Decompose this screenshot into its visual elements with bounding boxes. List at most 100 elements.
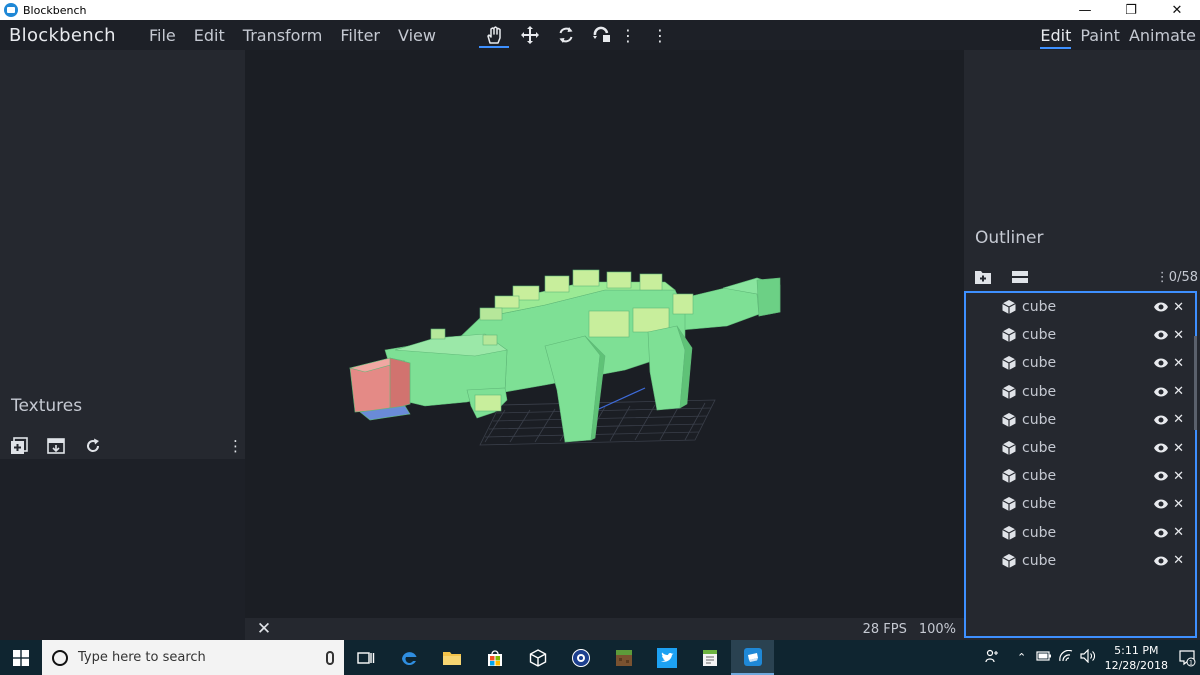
eye-icon[interactable] <box>1153 386 1169 398</box>
move-arrows-icon <box>520 26 539 44</box>
toolbar-options-icon[interactable]: ⋮ <box>652 26 668 45</box>
close-icon[interactable]: ✕ <box>245 619 283 639</box>
cortana-icon <box>52 649 68 666</box>
menu-file[interactable]: File <box>149 26 176 45</box>
eye-icon[interactable] <box>1153 555 1169 567</box>
menu-bar: Blockbench File Edit Transform Filter Vi… <box>0 20 1200 50</box>
hand-icon <box>487 26 501 44</box>
textures-more-icon[interactable]: ⋮ <box>228 437 243 455</box>
import-texture-button[interactable] <box>47 437 84 455</box>
store-bag-icon <box>487 649 502 666</box>
cube-icon <box>1002 412 1016 427</box>
add-group-button[interactable] <box>974 269 1011 285</box>
volume-icon[interactable] <box>1077 648 1099 666</box>
eye-icon[interactable] <box>1153 498 1169 510</box>
menu-filter[interactable]: Filter <box>340 26 380 45</box>
task-view-button[interactable] <box>344 640 387 675</box>
menu-transform[interactable]: Transform <box>243 26 323 45</box>
action-center-button[interactable]: 1 <box>1174 640 1200 675</box>
texture-list[interactable] <box>0 459 245 640</box>
outliner-row[interactable]: cube ✕ <box>966 434 1195 462</box>
outliner-scrollbar[interactable] <box>1194 336 1197 430</box>
translate-tool-button[interactable] <box>512 20 548 50</box>
wifi-icon[interactable] <box>1055 649 1077 665</box>
lock-toggle-x-icon[interactable]: ✕ <box>1173 497 1184 512</box>
taskbar-file-explorer[interactable] <box>430 640 473 675</box>
lock-toggle-x-icon[interactable]: ✕ <box>1173 300 1184 315</box>
start-button[interactable] <box>0 640 42 675</box>
lock-toggle-x-icon[interactable]: ✕ <box>1173 384 1184 399</box>
outliner-row[interactable]: cube ✕ <box>966 547 1195 575</box>
eye-icon[interactable] <box>1153 414 1169 426</box>
taskbar-cinema4d[interactable] <box>559 640 602 675</box>
3d-viewport[interactable] <box>245 50 964 618</box>
add-texture-button[interactable] <box>10 437 47 455</box>
taskbar-search[interactable]: Type here to search <box>42 640 344 675</box>
outliner-row-actions: ✕ <box>1153 384 1184 399</box>
mode-paint-tab[interactable]: Paint <box>1080 26 1120 45</box>
cube-icon <box>1002 525 1016 540</box>
lock-toggle-x-icon[interactable]: ✕ <box>1173 412 1184 427</box>
import-texture-icon <box>47 438 65 454</box>
minimize-button[interactable]: — <box>1062 0 1108 20</box>
lock-toggle-x-icon[interactable]: ✕ <box>1173 441 1184 456</box>
outliner-row[interactable]: cube ✕ <box>966 406 1195 434</box>
eye-icon[interactable] <box>1153 442 1169 454</box>
lock-toggle-x-icon[interactable]: ✕ <box>1173 553 1184 568</box>
cube-icon <box>1002 497 1016 512</box>
taskbar-blockbench[interactable] <box>731 640 774 675</box>
lock-toggle-x-icon[interactable]: ✕ <box>1173 356 1184 371</box>
notification-icon: 1 <box>1179 649 1196 666</box>
microphone-icon[interactable] <box>326 650 334 665</box>
mode-edit-tab[interactable]: Edit <box>1040 26 1071 49</box>
outliner-row[interactable]: cube ✕ <box>966 378 1195 406</box>
blockbench-icon <box>743 647 762 666</box>
taskbar-3d-app[interactable] <box>516 640 559 675</box>
taskbar-twitter[interactable] <box>645 640 688 675</box>
task-view-icon <box>356 651 374 664</box>
outliner-row[interactable]: cube ✕ <box>966 519 1195 547</box>
menu-view[interactable]: View <box>398 26 436 45</box>
eye-icon[interactable] <box>1153 329 1169 341</box>
battery-icon[interactable] <box>1033 651 1055 664</box>
collapse-groups-button[interactable] <box>1011 270 1048 284</box>
outliner-row-actions: ✕ <box>1153 553 1184 568</box>
cube-icon <box>1002 441 1016 456</box>
tool-more-icon[interactable]: ⋮ <box>620 26 636 45</box>
lock-toggle-x-icon[interactable]: ✕ <box>1173 328 1184 343</box>
menu-edit[interactable]: Edit <box>194 26 225 45</box>
model-render <box>348 269 781 446</box>
move-view-tool-button[interactable] <box>476 20 512 50</box>
taskbar-store[interactable] <box>473 640 516 675</box>
restore-button[interactable]: ❐ <box>1108 0 1154 20</box>
outliner-row[interactable]: cube ✕ <box>966 293 1195 321</box>
eye-icon[interactable] <box>1153 470 1169 482</box>
outliner-row[interactable]: cube ✕ <box>966 321 1195 349</box>
people-icon[interactable] <box>981 649 1003 666</box>
wifi-glyph-icon <box>1058 649 1072 662</box>
outliner-row-actions: ✕ <box>1153 525 1184 540</box>
taskbar-edge[interactable] <box>387 640 430 675</box>
pivot-tool-button[interactable] <box>584 20 620 50</box>
eye-icon[interactable] <box>1153 301 1169 313</box>
mode-selector: Edit Paint Animate <box>1031 26 1196 49</box>
outliner-row[interactable]: cube ✕ <box>966 349 1195 377</box>
taskbar-notes-app[interactable] <box>688 640 731 675</box>
lock-toggle-x-icon[interactable]: ✕ <box>1173 469 1184 484</box>
show-hidden-icons-chevron-icon[interactable]: ⌃ <box>1011 651 1033 664</box>
outliner-more-icon[interactable]: ⋮ <box>1156 270 1169 285</box>
right-sidebar: Outliner ⋮0/58 cube ✕ cube ✕ cube ✕ cube ✕ cube ✕… <box>964 50 1200 640</box>
close-window-button[interactable]: ✕ <box>1154 0 1200 20</box>
mode-animate-tab[interactable]: Animate <box>1129 26 1196 45</box>
collapse-icon <box>1012 271 1028 283</box>
rotate-tool-button[interactable] <box>548 20 584 50</box>
eye-icon[interactable] <box>1153 527 1169 539</box>
reload-textures-button[interactable] <box>84 437 121 455</box>
outliner-row[interactable]: cube ✕ <box>966 462 1195 490</box>
taskbar-clock[interactable]: 5:11 PM 12/28/2018 <box>1105 643 1168 673</box>
taskbar-minecraft[interactable] <box>602 640 645 675</box>
eye-icon[interactable] <box>1153 357 1169 369</box>
outliner-list[interactable]: cube ✕ cube ✕ cube ✕ cube ✕ cube ✕ cube ✕ cube ✕ cube ✕… <box>964 291 1197 638</box>
outliner-row[interactable]: cube ✕ <box>966 490 1195 518</box>
lock-toggle-x-icon[interactable]: ✕ <box>1173 525 1184 540</box>
